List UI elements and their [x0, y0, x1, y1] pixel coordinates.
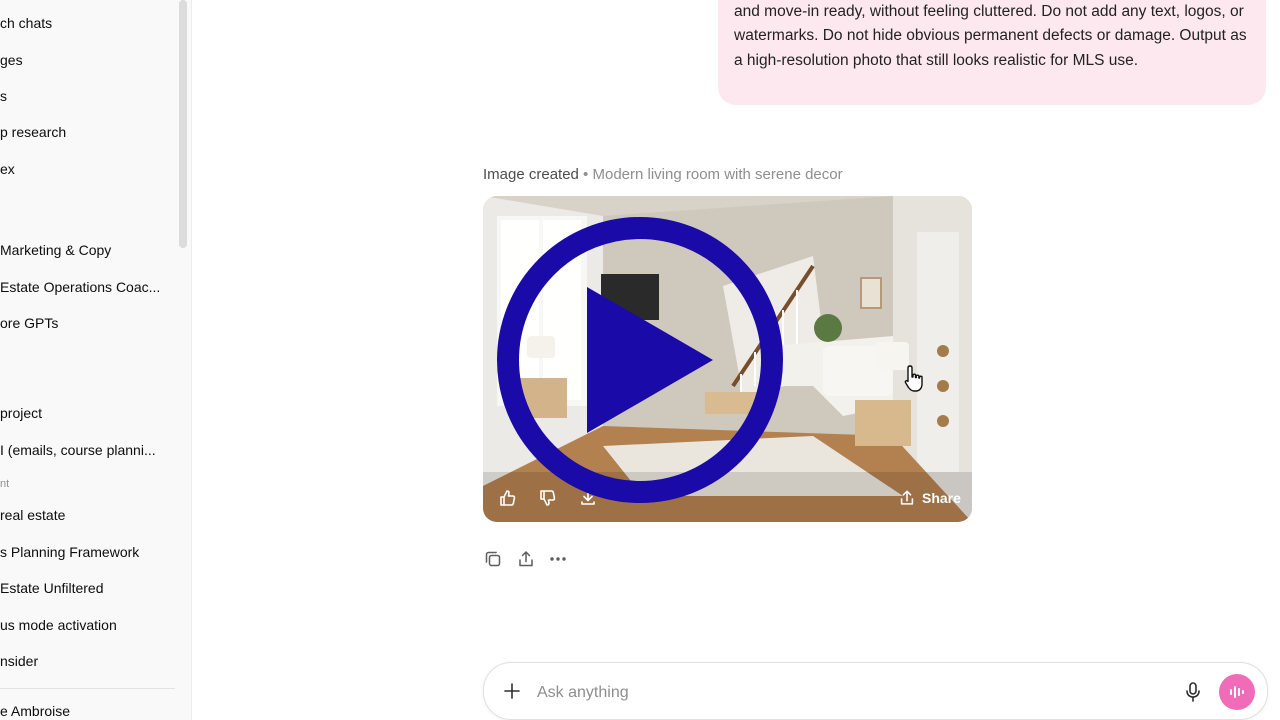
sidebar-gpt-operations-coach[interactable]: Estate Operations Coac...: [0, 276, 175, 298]
sidebar: ch chats ges s p research ex Marketing &…: [0, 0, 192, 720]
user-message-text: and move-in ready, without feeling clutt…: [734, 3, 1247, 69]
sidebar-item-label: p research: [0, 124, 67, 140]
sidebar-item-label: us mode activation: [0, 617, 117, 633]
sidebar-item-label: ch chats: [0, 15, 53, 31]
sidebar-item-label: nsider: [0, 653, 39, 669]
sidebar-scrollbar[interactable]: [179, 0, 187, 248]
share-button[interactable]: Share: [898, 487, 961, 509]
image-separator: •: [578, 166, 593, 183]
sidebar-item-label: project: [0, 405, 43, 421]
sidebar-chat-item[interactable]: Estate Unfiltered: [0, 577, 175, 599]
sidebar-item-label: real estate: [0, 507, 66, 523]
sidebar-item-label: Marketing & Copy: [0, 242, 112, 258]
user-message-bubble: and move-in ready, without feeling clutt…: [718, 0, 1266, 105]
message-input[interactable]: [537, 682, 1137, 704]
copy-icon[interactable]: [483, 549, 503, 569]
composer: [483, 662, 1268, 720]
sidebar-item-apps[interactable]: s: [0, 85, 175, 107]
sidebar-chat-item[interactable]: us mode activation: [0, 614, 175, 636]
sidebar-project-item[interactable]: I (emails, course planni...: [0, 439, 175, 461]
sidebar-item-search-chats[interactable]: ch chats: [0, 12, 175, 34]
sidebar-item-label: s: [0, 88, 7, 104]
sidebar-divider: [0, 688, 175, 689]
image-title: Modern living room with serene decor: [592, 166, 843, 183]
sidebar-user-profile[interactable]: e Ambroise: [0, 700, 175, 720]
sidebar-item-label: Estate Unfiltered: [0, 580, 104, 596]
sidebar-new-project[interactable]: project: [0, 402, 175, 424]
sidebar-section-label: nt: [0, 478, 10, 490]
sidebar-item-label: ex: [0, 161, 15, 177]
play-video-icon[interactable]: [495, 215, 785, 505]
share-icon: [900, 490, 914, 505]
sidebar-chat-item[interactable]: nsider: [0, 650, 175, 672]
more-options-icon[interactable]: [548, 549, 568, 569]
sidebar-item-images[interactable]: ges: [0, 49, 175, 71]
microphone-icon[interactable]: [1183, 681, 1203, 703]
share-label: Share: [922, 490, 961, 506]
user-name: e Ambroise: [0, 703, 71, 719]
hand-pointer-cursor-icon: [904, 365, 923, 392]
image-created-header: Image created • Modern living room with …: [483, 166, 843, 183]
sidebar-item-label: s Planning Framework: [0, 544, 140, 560]
voice-waveform-icon: [1230, 686, 1244, 698]
sidebar-item-label: ges: [0, 52, 23, 68]
voice-mode-button[interactable]: [1219, 674, 1255, 710]
plus-icon[interactable]: [502, 681, 522, 701]
sidebar-item-codex[interactable]: ex: [0, 158, 175, 180]
sidebar-chat-item[interactable]: s Planning Framework: [0, 541, 175, 563]
share-message-icon[interactable]: [516, 549, 536, 569]
sidebar-gpt-marketing[interactable]: Marketing & Copy: [0, 239, 175, 261]
sidebar-item-label: ore GPTs: [0, 315, 59, 331]
image-status: Image created: [483, 166, 579, 183]
sidebar-item-label: Estate Operations Coac...: [0, 279, 161, 295]
sidebar-item-deep-research[interactable]: p research: [0, 121, 175, 143]
sidebar-explore-gpts[interactable]: ore GPTs: [0, 312, 175, 334]
sidebar-chat-item[interactable]: real estate: [0, 504, 175, 526]
sidebar-item-label: I (emails, course planni...: [0, 442, 156, 458]
